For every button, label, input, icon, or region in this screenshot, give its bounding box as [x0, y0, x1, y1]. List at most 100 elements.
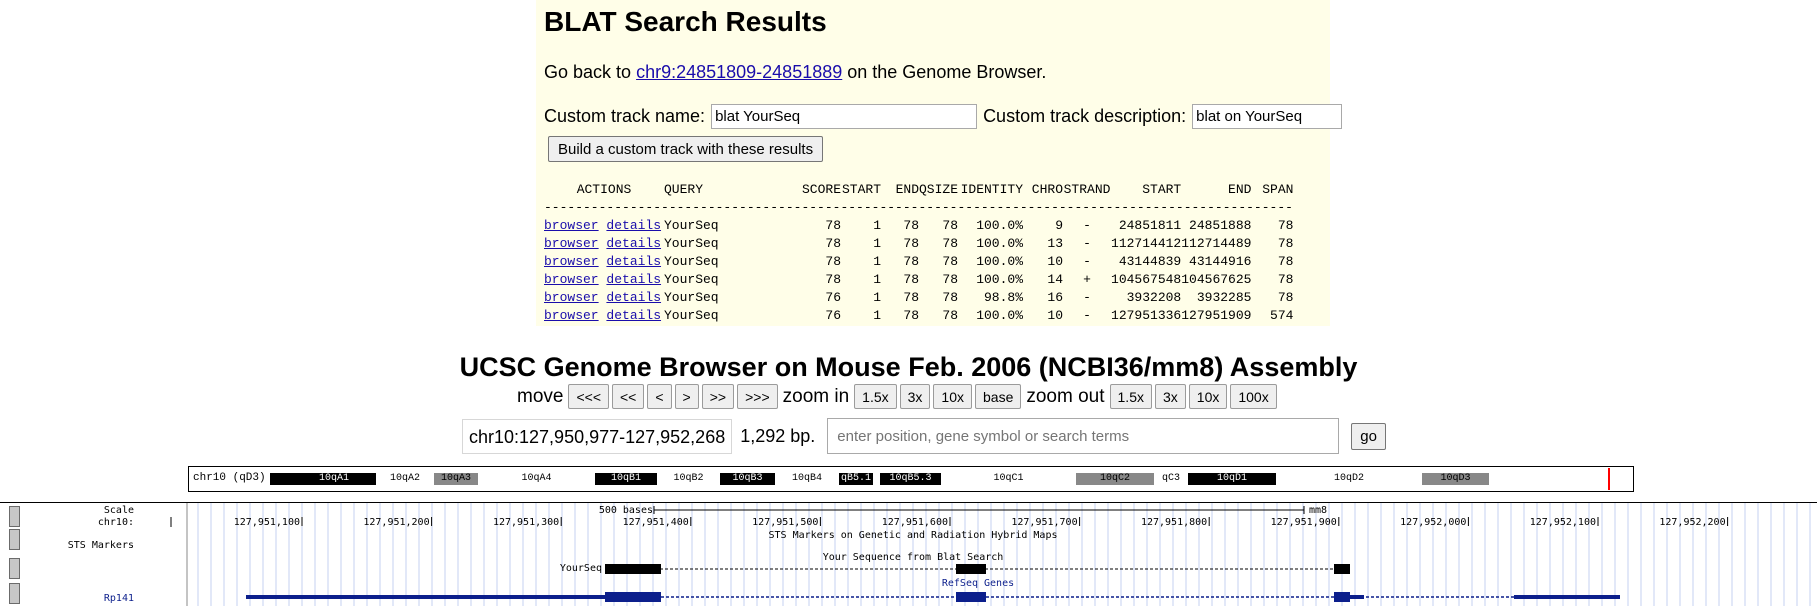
browser-link[interactable]: browser	[544, 272, 599, 287]
goback-position-link[interactable]: chr9:24851809-24851889	[636, 62, 842, 82]
custom-track-name-input[interactable]	[711, 104, 978, 129]
blat-results-panel: BLAT Search Results Go back to chr9:2485…	[536, 0, 1343, 326]
ideogram-band: 10qC1	[941, 473, 1076, 485]
zoom-out-button-3[interactable]: 100x	[1230, 384, 1277, 409]
ideogram-band: 10qC2	[1076, 473, 1154, 485]
zoom-in-button-2[interactable]: 10x	[933, 384, 972, 409]
goback-line: Go back to chr9:24851809-24851889 on the…	[544, 62, 1046, 83]
result-start: 1	[873, 272, 881, 287]
result-identity: 100.0%	[976, 218, 1024, 233]
go-button[interactable]: go	[1351, 422, 1386, 450]
column-header: ACTIONS	[576, 182, 632, 197]
sts-side-label[interactable]: STS Markers	[68, 540, 134, 551]
details-link[interactable]: details	[606, 290, 661, 305]
details-link[interactable]: details	[606, 272, 661, 287]
refseq-exon-1	[605, 592, 661, 602]
blat-exon-1	[605, 564, 661, 574]
result-actions: browser details	[544, 253, 664, 271]
result-end: 78	[903, 254, 919, 269]
track-display[interactable]: Scale chr10: STS Markers Rp141 500 bases…	[0, 502, 1817, 606]
build-custom-track-button[interactable]: Build a custom track with these results	[548, 136, 824, 162]
zoom-out-button-0[interactable]: 1.5x	[1109, 384, 1152, 409]
zoom-in-button-0[interactable]: 1.5x	[854, 384, 897, 409]
zoom-in-button-3[interactable]: base	[975, 384, 1022, 409]
result-tend: 43144916	[1189, 254, 1252, 269]
navigation-row: move <<< << < > >> >>> zoom in 1.5x 3x 10x base …	[515, 384, 1280, 409]
refseq-side-label[interactable]: Rp141	[104, 593, 134, 604]
position-search-input[interactable]	[827, 418, 1340, 454]
result-query: YourSeq	[664, 218, 719, 233]
ideogram-band: 10qA3	[434, 473, 478, 485]
zoom-in-buttons: 1.5x 3x 10x base	[854, 384, 1024, 409]
result-query: YourSeq	[664, 254, 719, 269]
result-tend: 112714489	[1181, 236, 1252, 251]
result-query: YourSeq	[664, 272, 719, 287]
move-button-1[interactable]: <<	[612, 384, 645, 409]
details-link[interactable]: details	[606, 218, 661, 233]
result-score: 76	[825, 308, 841, 323]
result-score: 78	[825, 218, 841, 233]
result-row: browser details YourSeq 76 1 78 78 98.8% 16 - 393…	[544, 289, 1293, 307]
browser-link[interactable]: browser	[544, 308, 599, 323]
ideogram-band: 10qB2	[657, 473, 720, 485]
browser-link[interactable]: browser	[544, 218, 599, 233]
result-strand: -	[1083, 254, 1091, 269]
result-identity: 100.0%	[976, 308, 1024, 323]
zoom-out-button-2[interactable]: 10x	[1188, 384, 1228, 409]
details-link[interactable]: details	[606, 308, 661, 323]
custom-track-description-input[interactable]	[1192, 104, 1343, 129]
move-button-2[interactable]: <	[647, 384, 672, 409]
move-button-5[interactable]: >>>	[737, 384, 778, 409]
result-query: YourSeq	[664, 290, 719, 305]
result-actions: browser details	[544, 289, 664, 307]
ideogram-band: 10qB5.3	[880, 473, 941, 485]
result-tend: 127951909	[1181, 308, 1252, 323]
result-tstart: 24851811	[1118, 218, 1182, 233]
result-start: 1	[873, 218, 881, 233]
result-row: browser details YourSeq 78 1 78 78 100.0% 13 - 11…	[544, 235, 1293, 253]
ideogram-band: 10qB3	[720, 473, 775, 485]
result-start: 1	[873, 254, 881, 269]
column-header: STRAND	[1063, 182, 1111, 197]
move-button-3[interactable]: >	[674, 384, 699, 409]
zoom-out-button-1[interactable]: 3x	[1154, 384, 1186, 409]
blat-item-label[interactable]: YourSeq	[560, 563, 602, 574]
ideogram-band: 10qA4	[478, 473, 595, 485]
move-button-4[interactable]: >>	[701, 384, 735, 409]
result-chro: 10	[1047, 308, 1064, 323]
goback-prefix: Go back to	[544, 62, 637, 82]
details-link[interactable]: details	[606, 254, 661, 269]
chr-side-label: chr10:	[98, 517, 134, 528]
ideogram-band	[270, 473, 292, 485]
zoom-in-button-1[interactable]: 3x	[899, 384, 931, 409]
track-image[interactable]: Scale chr10: STS Markers Rp141 500 bases…	[0, 503, 1817, 606]
sts-track-title: STS Markers on Genetic and Radiation Hyb…	[769, 530, 1058, 541]
custom-track-form: Custom track name: Custom track descript…	[544, 104, 1343, 129]
column-header: START	[841, 182, 881, 197]
result-span: 78	[1277, 272, 1294, 287]
result-row: browser details YourSeq 76 1 78 78 100.0% 10 - 12…	[544, 307, 1293, 325]
ideogram-label: chr10 (qD3)	[193, 472, 266, 484]
browser-link[interactable]: browser	[544, 236, 599, 251]
refseq-gene-feature[interactable]	[246, 592, 1620, 602]
details-link[interactable]: details	[606, 236, 661, 251]
result-row: browser details YourSeq 78 1 78 78 100.0% 9 - 248…	[544, 217, 1293, 235]
result-start: 1	[873, 308, 881, 323]
column-header: CHRO	[1031, 182, 1064, 197]
result-end: 78	[903, 290, 919, 305]
result-start: 1	[873, 236, 881, 251]
position-display[interactable]: chr10:127,950,977-127,952,268	[462, 418, 733, 454]
result-strand: -	[1083, 218, 1091, 233]
browser-link[interactable]: browser	[544, 254, 599, 269]
result-tend: 24851888	[1189, 218, 1252, 233]
result-row: browser details YourSeq 78 1 78 78 100.0% 10 - 43…	[544, 253, 1293, 271]
column-header: IDENTITY	[960, 182, 1024, 197]
browser-link[interactable]: browser	[544, 290, 599, 305]
chromosome-ideogram[interactable]: chr10 (qD3) 10qA1 10qA2 10qA3 10qA4 10qB1 10q…	[188, 466, 1634, 492]
result-span: 78	[1277, 254, 1294, 269]
column-header: SCORE	[801, 182, 841, 197]
move-button-0[interactable]: <<<	[568, 384, 609, 409]
ideogram-position-marker	[1608, 468, 1610, 490]
ruler-coordinate: 127,952,100	[1530, 517, 1596, 528]
refseq-exon-3	[1334, 592, 1350, 602]
